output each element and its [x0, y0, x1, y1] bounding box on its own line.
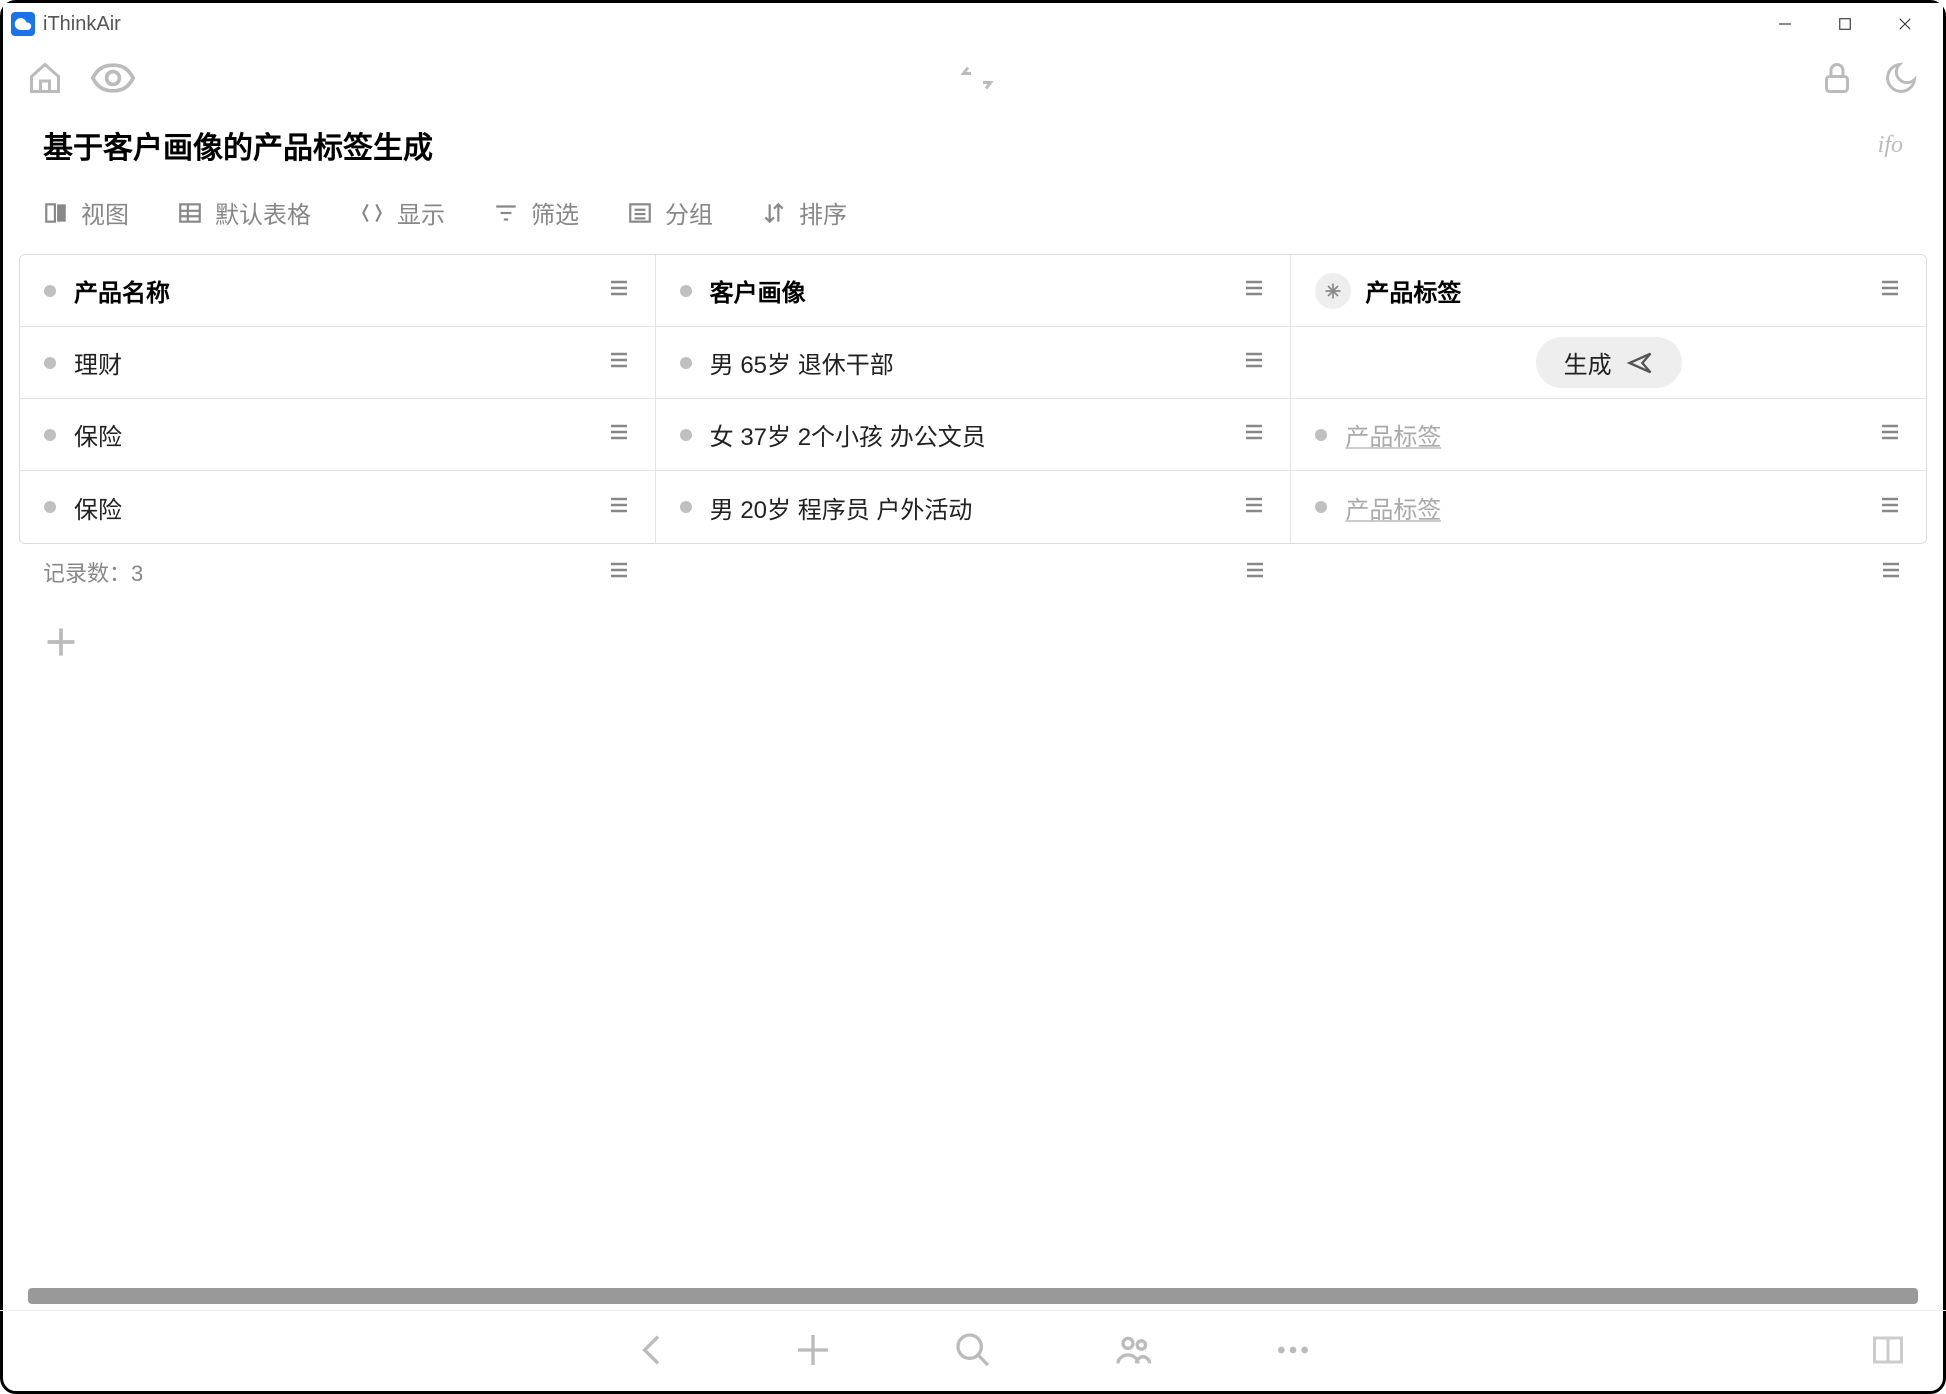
ifo-label[interactable]: ifo — [1878, 132, 1903, 159]
footer-menu-icon[interactable] — [607, 558, 631, 587]
add-icon[interactable] — [793, 1330, 833, 1375]
app-icon — [11, 12, 35, 36]
cell-menu-icon[interactable] — [1242, 348, 1266, 377]
view-toolbar: 视图 默认表格 显示 筛选 分组 排序 — [3, 183, 1943, 254]
cell-profile[interactable]: 男 65岁 退休干部 — [656, 327, 1292, 398]
data-table: 产品名称 客户画像 产品标签 — [19, 254, 1927, 544]
bullet-icon — [680, 285, 692, 297]
cell-text: 男 65岁 退休干部 — [710, 345, 894, 380]
cell-text: 男 20岁 程序员 户外活动 — [710, 490, 973, 525]
table-row[interactable]: 保险 男 20岁 程序员 户外活动 产品标签 — [20, 471, 1926, 543]
horizontal-scrollbar[interactable] — [28, 1288, 1918, 1304]
cell-text: 保险 — [74, 490, 122, 525]
cell-product[interactable]: 保险 — [20, 399, 656, 470]
cell-profile[interactable]: 男 20岁 程序员 户外活动 — [656, 471, 1292, 543]
column-header-text: 客户画像 — [710, 273, 806, 308]
table-footer: 记录数：3 — [3, 544, 1943, 600]
search-icon[interactable] — [953, 1330, 993, 1375]
table-row[interactable]: 保险 女 37岁 2个小孩 办公文员 产品标签 — [20, 399, 1926, 471]
record-count-label: 记录数：3 — [43, 556, 143, 588]
bullet-icon — [680, 357, 692, 369]
cell-menu-icon[interactable] — [607, 348, 631, 377]
page-header: 基于客户画像的产品标签生成 ifo — [3, 115, 1943, 183]
moon-icon[interactable] — [1883, 60, 1919, 101]
page-title: 基于客户画像的产品标签生成 — [43, 123, 433, 167]
view-button[interactable]: 视图 — [43, 195, 129, 230]
cell-product[interactable]: 理财 — [20, 327, 656, 398]
bullet-icon — [680, 429, 692, 441]
titlebar: iThinkAir — [3, 3, 1943, 45]
cell-text: 女 37岁 2个小孩 办公文员 — [710, 417, 986, 452]
footer-menu-icon[interactable] — [1243, 558, 1267, 587]
cell-menu-icon[interactable] — [607, 420, 631, 449]
display-button[interactable]: 显示 — [359, 195, 445, 230]
default-table-label: 默认表格 — [215, 195, 311, 230]
sort-button[interactable]: 排序 — [761, 195, 847, 230]
bullet-icon — [44, 501, 56, 513]
bullet-icon — [44, 429, 56, 441]
column-header-text: 产品名称 — [74, 273, 170, 308]
more-icon[interactable] — [1273, 1330, 1313, 1375]
column-header-product[interactable]: 产品名称 — [20, 255, 656, 326]
cell-placeholder: 产品标签 — [1345, 490, 1441, 525]
send-icon — [1626, 349, 1654, 377]
cell-placeholder: 产品标签 — [1345, 417, 1441, 452]
swap-icon[interactable] — [959, 64, 995, 97]
column-menu-icon[interactable] — [1878, 276, 1902, 305]
cell-menu-icon[interactable] — [1878, 420, 1902, 449]
generate-button[interactable]: 生成 — [1536, 337, 1682, 388]
cell-tag[interactable]: 产品标签 — [1291, 399, 1926, 470]
group-button[interactable]: 分组 — [627, 195, 713, 230]
bottom-toolbar — [0, 1310, 1946, 1394]
ai-icon — [1315, 273, 1351, 309]
cell-menu-icon[interactable] — [607, 493, 631, 522]
sort-label: 排序 — [799, 195, 847, 230]
bullet-icon — [1315, 429, 1327, 441]
group-label: 分组 — [665, 195, 713, 230]
home-icon[interactable] — [27, 60, 63, 101]
cell-text: 理财 — [74, 345, 122, 380]
column-menu-icon[interactable] — [607, 276, 631, 305]
column-header-text: 产品标签 — [1365, 273, 1461, 308]
app-toolbar — [3, 45, 1943, 115]
cell-menu-icon[interactable] — [1242, 420, 1266, 449]
filter-label: 筛选 — [531, 195, 579, 230]
footer-menu-icon[interactable] — [1879, 558, 1903, 587]
people-icon[interactable] — [1113, 1330, 1153, 1375]
lock-icon[interactable] — [1819, 60, 1855, 101]
cell-text: 保险 — [74, 417, 122, 452]
minimize-button[interactable] — [1755, 3, 1815, 45]
back-icon[interactable] — [633, 1330, 673, 1375]
cell-profile[interactable]: 女 37岁 2个小孩 办公文员 — [656, 399, 1292, 470]
cell-tag[interactable]: 生成 — [1291, 327, 1926, 398]
table-header-row: 产品名称 客户画像 产品标签 — [20, 255, 1926, 327]
eye-icon[interactable] — [91, 62, 135, 99]
generate-button-text: 生成 — [1564, 345, 1612, 380]
bullet-icon — [44, 285, 56, 297]
cell-product[interactable]: 保险 — [20, 471, 656, 543]
app-title: iThinkAir — [43, 13, 121, 36]
filter-button[interactable]: 筛选 — [493, 195, 579, 230]
default-table-button[interactable]: 默认表格 — [177, 195, 311, 230]
display-label: 显示 — [397, 195, 445, 230]
close-button[interactable] — [1875, 3, 1935, 45]
cell-menu-icon[interactable] — [1878, 493, 1902, 522]
bullet-icon — [1315, 501, 1327, 513]
column-menu-icon[interactable] — [1242, 276, 1266, 305]
table-row[interactable]: 理财 男 65岁 退休干部 生成 — [20, 327, 1926, 399]
view-label: 视图 — [81, 195, 129, 230]
maximize-button[interactable] — [1815, 3, 1875, 45]
column-header-tag[interactable]: 产品标签 — [1291, 255, 1926, 326]
cell-tag[interactable]: 产品标签 — [1291, 471, 1926, 543]
bullet-icon — [44, 357, 56, 369]
cell-menu-icon[interactable] — [1242, 493, 1266, 522]
panel-icon[interactable] — [1870, 1332, 1906, 1373]
column-header-profile[interactable]: 客户画像 — [656, 255, 1292, 326]
add-row-icon[interactable] — [43, 624, 1903, 665]
bullet-icon — [680, 501, 692, 513]
